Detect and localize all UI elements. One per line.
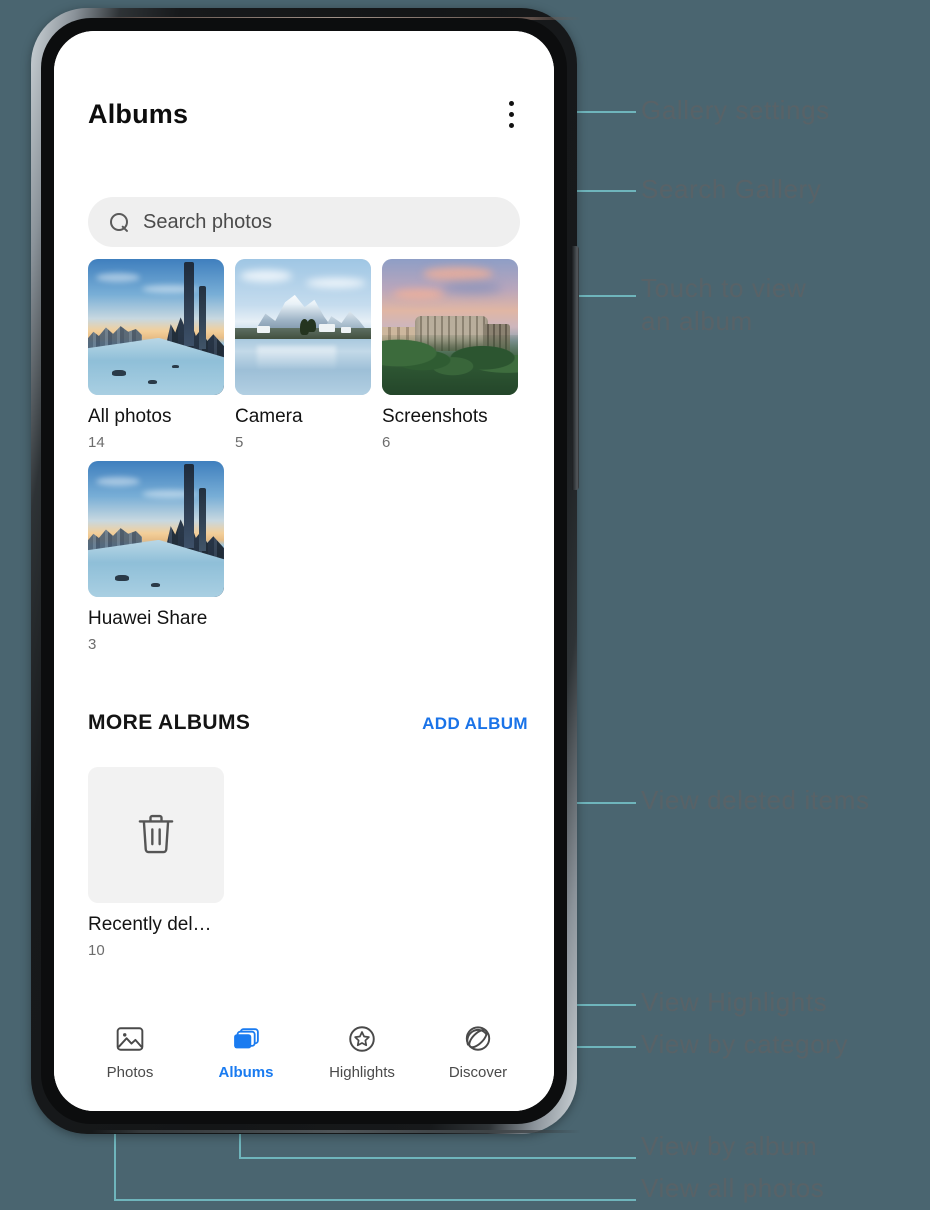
search-icon <box>110 212 129 232</box>
album-tile[interactable]: Screenshots 6 <box>382 259 518 451</box>
more-albums-header: MORE ALBUMS ADD ALBUM <box>88 711 528 735</box>
screenshot-root: Gallery settings Search Gallery Touch to… <box>0 0 930 1210</box>
power-button[interactable] <box>572 428 579 490</box>
album-count: 3 <box>88 636 97 653</box>
annotation-view-by-album: View by album <box>641 1131 818 1161</box>
album-count: 5 <box>235 434 244 451</box>
star-circle-icon <box>346 1023 378 1055</box>
nav-tab-photos[interactable]: Photos <box>72 1023 188 1081</box>
annotation-gallery-settings: Gallery settings <box>641 95 830 125</box>
album-count: 10 <box>88 942 105 959</box>
annotation-touch-album: Touch to view an album <box>641 273 807 337</box>
albums-grid: All photos 14 Camera 5 Screenshots 6 Hua… <box>88 259 528 653</box>
album-count: 6 <box>382 434 391 451</box>
phone-screen: Albums Search photos All photos 14 Camer… <box>54 31 554 1111</box>
more-albums-title: MORE ALBUMS <box>88 711 251 734</box>
album-tile[interactable]: Huawei Share 3 <box>88 461 224 653</box>
leader-line-albums <box>239 1157 636 1159</box>
app-header: Albums <box>54 83 554 145</box>
album-name: All photos <box>88 406 172 427</box>
more-albums-grid: Recently del… 10 <box>88 767 528 959</box>
leader-line-photos <box>114 1199 636 1201</box>
photo-icon <box>114 1023 146 1055</box>
annotation-search-gallery: Search Gallery <box>641 174 822 204</box>
add-album-button[interactable]: ADD ALBUM <box>422 714 528 734</box>
album-thumbnail <box>235 259 371 395</box>
album-thumbnail <box>88 259 224 395</box>
nav-tab-albums[interactable]: Albums <box>188 1023 304 1081</box>
phone-bottom-trim <box>91 1130 581 1133</box>
nav-tab-highlights[interactable]: Highlights <box>304 1023 420 1081</box>
annotation-deleted-items: View deleted items <box>641 785 870 815</box>
nav-label-photos: Photos <box>106 1064 154 1081</box>
album-tile-recently-deleted[interactable]: Recently del… 10 <box>88 767 224 959</box>
nav-tab-discover[interactable]: Discover <box>420 1023 536 1081</box>
album-tile[interactable]: Camera 5 <box>235 259 371 451</box>
album-name: Camera <box>235 406 303 427</box>
album-name: Recently del… <box>88 914 212 935</box>
kebab-menu-icon[interactable] <box>498 96 524 132</box>
album-name: Huawei Share <box>88 608 208 629</box>
album-thumbnail <box>382 259 518 395</box>
nav-label-highlights: Highlights <box>329 1064 395 1081</box>
search-placeholder: Search photos <box>143 210 272 233</box>
search-input[interactable]: Search photos <box>88 197 520 247</box>
bottom-navigation: Photos Albums Highlights Discover <box>54 1007 554 1111</box>
planet-icon <box>462 1023 494 1055</box>
trash-icon <box>138 814 174 854</box>
album-thumbnail-placeholder <box>88 767 224 903</box>
albums-stack-icon <box>230 1023 262 1055</box>
annotation-view-all-photos: View all photos <box>641 1173 825 1203</box>
nav-label-albums: Albums <box>218 1064 274 1081</box>
annotation-discover: View by category <box>641 1029 849 1059</box>
album-tile[interactable]: All photos 14 <box>88 259 224 451</box>
album-count: 14 <box>88 434 105 451</box>
gallery-app: Albums Search photos All photos 14 Camer… <box>54 31 554 1111</box>
annotation-highlights: View Highlights <box>641 987 828 1017</box>
album-name: Screenshots <box>382 406 488 427</box>
nav-label-discover: Discover <box>448 1064 508 1081</box>
page-title: Albums <box>88 98 189 129</box>
album-thumbnail <box>88 461 224 597</box>
